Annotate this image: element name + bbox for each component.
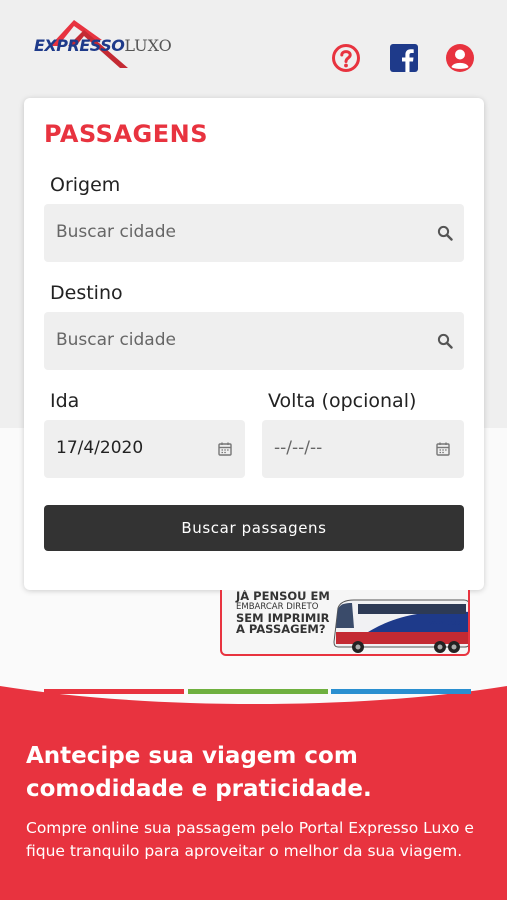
destination-input[interactable]: Buscar cidade <box>44 312 464 370</box>
form-title: PASSAGENS <box>44 120 208 148</box>
search-icon <box>437 333 453 349</box>
search-icon <box>437 225 453 241</box>
strip-red <box>44 689 184 694</box>
origin-placeholder: Buscar cidade <box>56 222 176 242</box>
return-date-value: --/--/-- <box>274 438 323 458</box>
origin-input[interactable]: Buscar cidade <box>44 204 464 262</box>
search-tickets-button[interactable]: Buscar passagens <box>44 505 464 551</box>
return-date-input[interactable]: --/--/-- <box>262 420 464 478</box>
promo-body: Compre online sua passagem pelo Portal E… <box>26 819 474 860</box>
strip-green <box>188 689 328 694</box>
brand-logo[interactable]: EXPRESSOLUXO <box>32 16 172 72</box>
search-form-card: PASSAGENS Origem Buscar cidade Destino B… <box>24 98 484 590</box>
logo-wordmark: EXPRESSOLUXO <box>34 36 172 55</box>
facebook-icon[interactable] <box>389 43 419 73</box>
header: EXPRESSOLUXO <box>0 0 507 96</box>
calendar-icon[interactable] <box>217 441 233 457</box>
destination-placeholder: Buscar cidade <box>56 330 176 350</box>
calendar-icon[interactable] <box>435 441 451 457</box>
return-label: Volta (opcional) <box>268 390 417 412</box>
origin-label: Origem <box>50 174 121 196</box>
bus-brand-label: EXPRESSO <box>426 620 462 627</box>
promo-heading: Antecipe sua viagem com comodidade e pra… <box>26 743 372 802</box>
destination-label: Destino <box>50 282 123 304</box>
promo-banner[interactable]: JÁ PENSOU EM EMBARCAR DIRETO SEM IMPRIMI… <box>220 590 470 656</box>
strip-blue <box>331 689 471 694</box>
departure-date-input[interactable]: 17/4/2020 <box>44 420 245 478</box>
departure-label: Ida <box>50 390 80 412</box>
help-icon[interactable] <box>331 43 361 73</box>
user-icon[interactable] <box>445 43 475 73</box>
departure-date-value: 17/4/2020 <box>56 438 144 458</box>
